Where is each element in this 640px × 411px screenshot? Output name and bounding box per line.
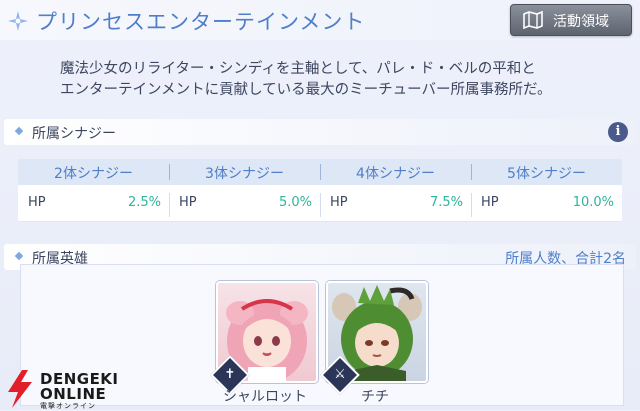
synergy-cell-5: HP 10.0%: [471, 185, 622, 222]
page-title: プリンセスエンターテインメント: [36, 10, 366, 34]
stat-label: HP: [28, 195, 46, 210]
synergy-cell-2: HP 2.5%: [18, 185, 169, 222]
info-icon[interactable]: i: [608, 122, 628, 142]
synergy-header-2: 2体シナジー: [18, 159, 169, 185]
dengeki-online-logo: DENGEKI ONLINE 電撃オンライン: [4, 370, 124, 410]
diamond-bullet-icon: [14, 251, 24, 261]
synergy-cell-4: HP 7.5%: [320, 185, 471, 222]
synergy-header-5: 5体シナジー: [471, 159, 622, 185]
diamond-bullet-icon: [14, 126, 24, 136]
synergy-section-header: 所属シナジー i: [4, 119, 636, 145]
row-divider: [320, 193, 321, 217]
stat-value: 10.0%: [572, 195, 614, 210]
synergy-table: 2体シナジー 3体シナジー 4体シナジー 5体シナジー HP 2.5% HP 5…: [18, 159, 622, 222]
row-divider: [169, 193, 170, 217]
stat-label: HP: [179, 195, 197, 210]
lightning-logo-icon: [8, 370, 32, 408]
stat-label: HP: [330, 195, 348, 210]
hero-name: チチ: [361, 389, 389, 405]
hero-name: シャルロット: [223, 389, 307, 405]
synergy-cell-3: HP 5.0%: [169, 185, 320, 222]
organization-description: 魔法少女のリライター・シンディを主軸として、パレ・ド・ベルの平和と エンターテイ…: [60, 59, 620, 101]
header-bar: プリンセスエンターテインメント 活動領域: [0, 0, 640, 40]
synergy-section-title: 所属シナジー: [32, 126, 116, 142]
header-divider: [169, 164, 170, 180]
cross-icon: ✝: [224, 367, 236, 382]
synergy-header-4: 4体シナジー: [320, 159, 471, 185]
activity-area-button[interactable]: 活動領域: [510, 4, 632, 36]
row-divider: [471, 193, 472, 217]
description-line-2: エンターテインメントに貢献している最大のミーチューバー所属事務所だ。: [60, 82, 552, 98]
stat-value: 5.0%: [278, 195, 312, 210]
activity-area-label: 活動領域: [553, 14, 609, 30]
stat-value: 7.5%: [429, 195, 463, 210]
description-line-1: 魔法少女のリライター・シンディを主軸として、パレ・ド・ベルの平和と: [60, 61, 536, 77]
stat-value: 2.5%: [127, 195, 161, 210]
header-divider: [471, 164, 472, 180]
map-icon: [523, 11, 543, 29]
crossed-axes-icon: ⚔: [334, 367, 346, 382]
synergy-header-3: 3体シナジー: [169, 159, 320, 185]
stat-label: HP: [481, 195, 499, 210]
header-divider: [320, 164, 321, 180]
sparkle-icon: [8, 11, 28, 31]
